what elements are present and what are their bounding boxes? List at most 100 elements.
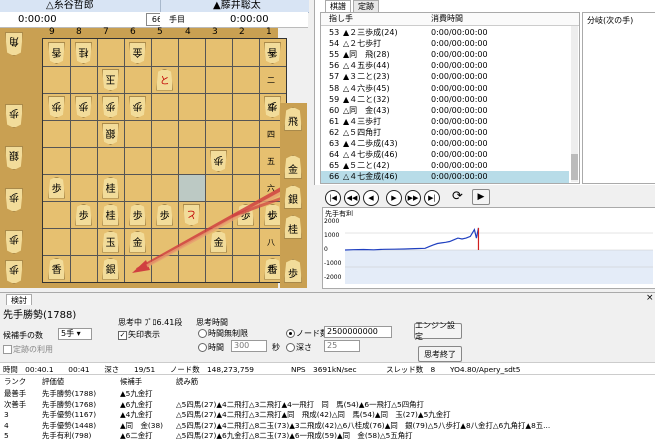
joseki-checkbox[interactable]: [3, 345, 12, 354]
best-move-arrow: [136, 181, 293, 272]
sec-label: 秒: [272, 343, 280, 352]
analysis-panel: 検討 × 先手勝勢(1788) 候補手の数 5手 ▾ 定跡の利用 思考中 ﾌﾟﾛ…: [0, 292, 655, 444]
kifu-row[interactable]: 54 △２七歩打 0:00/00:00:00: [321, 38, 569, 50]
depth-radio[interactable]: [286, 343, 295, 352]
candidates-label: 候補手の数: [3, 331, 43, 340]
pv-list[interactable]: ランク 評価値 候補手 読み筋 最善手 先手勝勢(1788) ▲5九金打 次善手…: [0, 375, 655, 444]
tab-kifu[interactable]: 棋譜: [325, 0, 351, 12]
sente-hand-piece[interactable]: 歩: [284, 259, 302, 283]
pv-col-line: 読み筋: [176, 377, 199, 386]
file-label: 7: [103, 27, 109, 37]
y-tick: -2000: [324, 274, 342, 281]
play-button[interactable]: ▶: [472, 189, 490, 205]
gote-hand-piece[interactable]: 歩: [5, 188, 23, 212]
unlimited-radio[interactable]: [198, 329, 207, 338]
arrow-checkbox[interactable]: ✓: [118, 331, 127, 340]
first-move-button[interactable]: |◀: [325, 190, 341, 206]
last-move-button[interactable]: ▶|: [424, 190, 440, 206]
y-tick: -1000: [324, 260, 342, 267]
gote-hand-piece[interactable]: 歩: [5, 260, 23, 284]
kifu-row[interactable]: 62 △５四角打 0:00/00:00:00: [321, 127, 569, 139]
candidates-select[interactable]: 5手 ▾: [58, 328, 92, 340]
kifu-row[interactable]: 66 △４七金成(46) 0:00/00:00:00: [321, 171, 569, 183]
kifu-row[interactable]: 63 ▲４二歩成(43) 0:00/00:00:00: [321, 138, 569, 150]
tab-joseki[interactable]: 定跡: [353, 0, 379, 12]
time-group-label: 思考時間: [196, 318, 228, 327]
col-move: 指し手: [329, 14, 353, 23]
gote-clock: 0:00:00 66: [0, 12, 168, 28]
time-radio[interactable]: [198, 343, 207, 352]
branch-label: 分岐(次の手): [587, 16, 634, 25]
branch-panel: 分岐(次の手): [582, 12, 655, 184]
depth-input[interactable]: 25: [324, 340, 360, 352]
gote-piece-stand: 角 歩 銀 歩 歩 歩: [0, 28, 28, 288]
y-tick: 0: [324, 246, 328, 253]
kifu-row[interactable]: 59 ▲４二と(32) 0:00/00:00:00: [321, 94, 569, 106]
file-label: 3: [212, 27, 218, 37]
gote-hand-piece[interactable]: 角: [5, 32, 23, 56]
kifu-scroll-thumb[interactable]: [571, 154, 578, 180]
flip-board-icon[interactable]: ⟳: [452, 189, 463, 204]
pv-row[interactable]: 4 先手優勢(1448) ▲同 金(38) △5四馬(27)▲4二飛打△8二玉(…: [0, 421, 655, 431]
file-label: 6: [130, 27, 136, 37]
kifu-row[interactable]: 60 △同 金(43) 0:00/00:00:00: [321, 105, 569, 117]
back-ten-button[interactable]: ◀◀: [344, 190, 360, 206]
kifu-panel: 棋譜 定跡 指し手 消費時間 53 ▲２三歩成(24) 0:00/00:00:0…: [314, 0, 655, 185]
sente-hand-piece[interactable]: 飛: [284, 107, 302, 131]
time-input[interactable]: 300: [231, 340, 267, 352]
kifu-row[interactable]: 65 ▲５二と(42) 0:00/00:00:00: [321, 160, 569, 172]
kifu-list[interactable]: 指し手 消費時間 53 ▲２三歩成(24) 0:00/00:00:00 54 △２…: [320, 12, 580, 184]
kifu-row[interactable]: 58 △４六歩(45) 0:00/00:00:00: [321, 83, 569, 95]
kifu-scrollbar[interactable]: [571, 26, 578, 182]
pv-header: ランク 評価値 候補手 読み筋: [0, 377, 655, 387]
pv-col-move: 候補手: [120, 377, 143, 386]
time-label: 時間: [208, 343, 224, 352]
next-move-button[interactable]: ▶: [386, 190, 402, 206]
sente-clock: 手目 0:00:00: [160, 12, 308, 28]
sente-hand-piece[interactable]: 桂: [284, 215, 302, 239]
tab-analysis[interactable]: 検討: [6, 294, 32, 305]
kifu-row[interactable]: 55 ▲同 飛(28) 0:00/00:00:00: [321, 49, 569, 61]
gote-hand-piece[interactable]: 歩: [5, 104, 23, 128]
kifu-row[interactable]: 56 △４五歩(44) 0:00/00:00:00: [321, 60, 569, 72]
kifu-list-header: 指し手 消費時間: [321, 13, 579, 26]
close-icon[interactable]: ×: [646, 293, 654, 303]
file-label: 8: [76, 27, 82, 37]
gote-hand-piece[interactable]: 歩: [5, 230, 23, 254]
node-radio[interactable]: [286, 329, 295, 338]
nav-toolbar: |◀ ◀◀ ◀ ▶ ▶▶ ▶| ⟳ ▶: [320, 186, 520, 208]
file-label: 5: [157, 27, 163, 37]
kifu-row[interactable]: 53 ▲２三歩成(24) 0:00/00:00:00: [321, 27, 569, 39]
candidate-header: 先手勝勢(1788): [3, 310, 77, 321]
file-label: 9: [49, 27, 55, 37]
kifu-row[interactable]: 64 △４七歩成(46) 0:00/00:00:00: [321, 149, 569, 161]
stop-thinking-button[interactable]: 思考終了: [418, 346, 462, 362]
file-labels: 9 8 7 6 5 4 3 2 1: [38, 27, 283, 37]
pv-col-eval: 評価値: [42, 377, 65, 386]
kifu-row[interactable]: 61 ▲４三歩打 0:00/00:00:00: [321, 116, 569, 128]
gote-player-name: △糸谷哲郎: [46, 0, 94, 11]
engine-arrows: [132, 181, 293, 273]
forward-ten-button[interactable]: ▶▶: [405, 190, 421, 206]
eval-graph[interactable]: [345, 216, 653, 284]
pv-row[interactable]: 最善手 先手勝勢(1788) ▲5九金打: [0, 389, 655, 399]
prev-move-button[interactable]: ◀: [363, 190, 379, 206]
alt-move-arrow: [146, 186, 291, 268]
engine-settings-button[interactable]: エンジン設定: [414, 321, 462, 341]
thinking-engine: 思考中 ﾌﾟﾛ6.41段: [118, 318, 183, 327]
y-tick: 2000: [324, 218, 340, 225]
engine-stats-bar: 時間 00:40.1 00:41 深さ 19/51 ノード数 148,273,7…: [0, 362, 655, 375]
pv-row[interactable]: 3 先手優勢(1167) ▲4九金打 △5四馬(27)▲4二飛打△3二飛打▲同 …: [0, 410, 655, 420]
sente-hand-piece[interactable]: 銀: [284, 185, 302, 209]
file-label: 1: [266, 27, 272, 37]
move-unit-label: 手目: [169, 15, 185, 24]
pv-row[interactable]: 次善手 先手勝勢(1768) ▲6九金打 △5四馬(27)▲4二飛打△3二飛打▲…: [0, 400, 655, 410]
node-input[interactable]: 2500000000: [324, 326, 392, 338]
gote-time: 0:00:00: [18, 14, 57, 25]
engine-stats: 時間 00:40.1 00:41 深さ 19/51 ノード数 148,273,7…: [3, 365, 521, 374]
sente-hand-piece[interactable]: 金: [284, 155, 302, 179]
file-label: 2: [239, 27, 245, 37]
pv-row[interactable]: 5 先手有利(798) ▲6二金打 △5四馬(27)▲6九金打△8二玉(73)▲…: [0, 431, 655, 441]
gote-hand-piece[interactable]: 銀: [5, 146, 23, 170]
kifu-row[interactable]: 57 ▲３二と(23) 0:00/00:00:00: [321, 71, 569, 83]
